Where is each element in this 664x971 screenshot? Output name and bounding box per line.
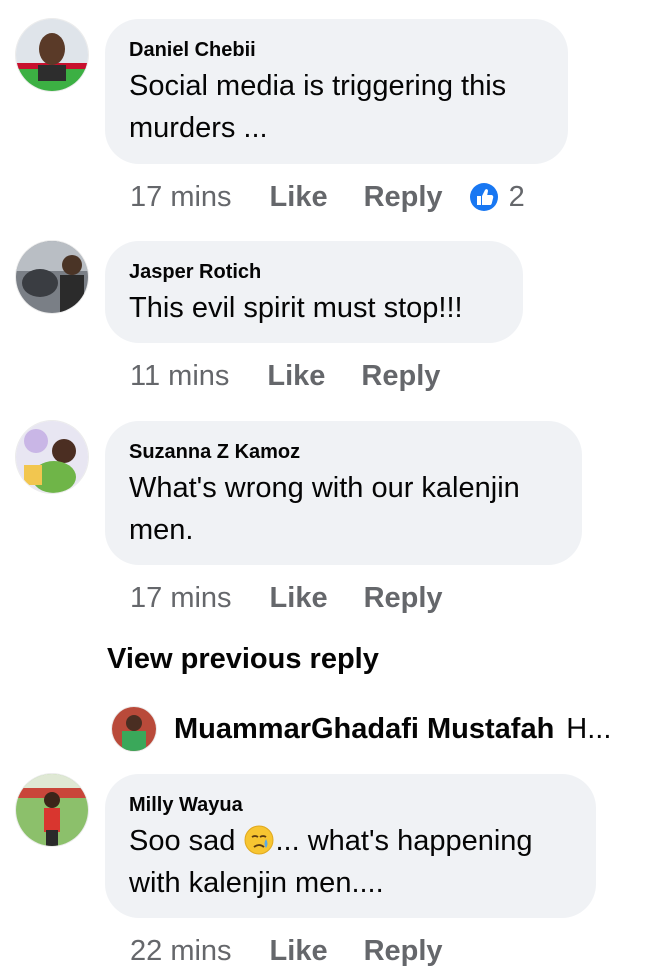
reply-text: H... <box>566 712 612 745</box>
like-reaction-icon <box>469 183 498 211</box>
view-previous-reply-link[interactable]: View previous reply <box>107 643 379 676</box>
like-button[interactable]: Like <box>267 360 325 393</box>
like-button[interactable]: Like <box>270 181 328 214</box>
comment-time[interactable]: 11 mins <box>130 360 229 393</box>
comment-time[interactable]: 17 mins <box>130 582 232 615</box>
comment-time[interactable]: 22 mins <box>130 935 232 968</box>
reply-author[interactable]: MuammarGhadafi Mustafah <box>174 713 554 746</box>
comment-time[interactable]: 17 mins <box>130 181 232 214</box>
comment-bubble: Daniel Chebii Social media is triggering… <box>105 19 568 164</box>
comment-text: Social media is triggering this murders … <box>129 70 507 144</box>
comment-text-start: Soo sad <box>129 825 236 857</box>
like-button[interactable]: Like <box>270 582 328 615</box>
reply-button[interactable]: Reply <box>361 360 440 393</box>
reply-button[interactable]: Reply <box>364 582 443 615</box>
comment-bubble: Jasper Rotich This evil spirit must stop… <box>105 241 523 343</box>
comment-bubble: Suzanna Z Kamoz What's wrong with our ka… <box>105 421 582 565</box>
crying-face-emoji-icon <box>244 825 274 855</box>
reaction-count: 2 <box>508 180 525 213</box>
avatar[interactable] <box>16 421 88 493</box>
comment-author[interactable]: Jasper Rotich <box>129 259 499 285</box>
comment-bubble: Milly Wayua Soo sad ... what's happening… <box>105 774 596 918</box>
comment-text: What's wrong with our kalenjin men. <box>129 472 520 546</box>
comment-author[interactable]: Daniel Chebii <box>129 37 544 63</box>
reply-button[interactable]: Reply <box>364 181 443 214</box>
avatar[interactable] <box>16 241 88 313</box>
avatar[interactable] <box>16 774 88 846</box>
comment-author[interactable]: Milly Wayua <box>129 792 572 818</box>
comment-actions: 17 mins Like Reply <box>130 578 479 618</box>
avatar[interactable] <box>16 19 88 91</box>
comment-text: Soo sad ... what's happening with kalenj… <box>129 820 572 904</box>
comment-actions: 11 mins Like Reply <box>130 356 476 396</box>
comment-author[interactable]: Suzanna Z Kamoz <box>129 439 558 465</box>
avatar[interactable] <box>112 707 156 751</box>
like-button[interactable]: Like <box>270 935 328 968</box>
reply-preview[interactable]: MuammarGhadafi Mustafah H... <box>112 706 611 752</box>
reply-button[interactable]: Reply <box>364 935 443 968</box>
reaction-badge[interactable]: 2 <box>469 181 525 214</box>
comment-actions: 17 mins Like Reply 2 <box>130 177 525 217</box>
comment-actions: 22 mins Like Reply <box>130 931 479 971</box>
comment-text: This evil spirit must stop!!! <box>129 292 463 324</box>
